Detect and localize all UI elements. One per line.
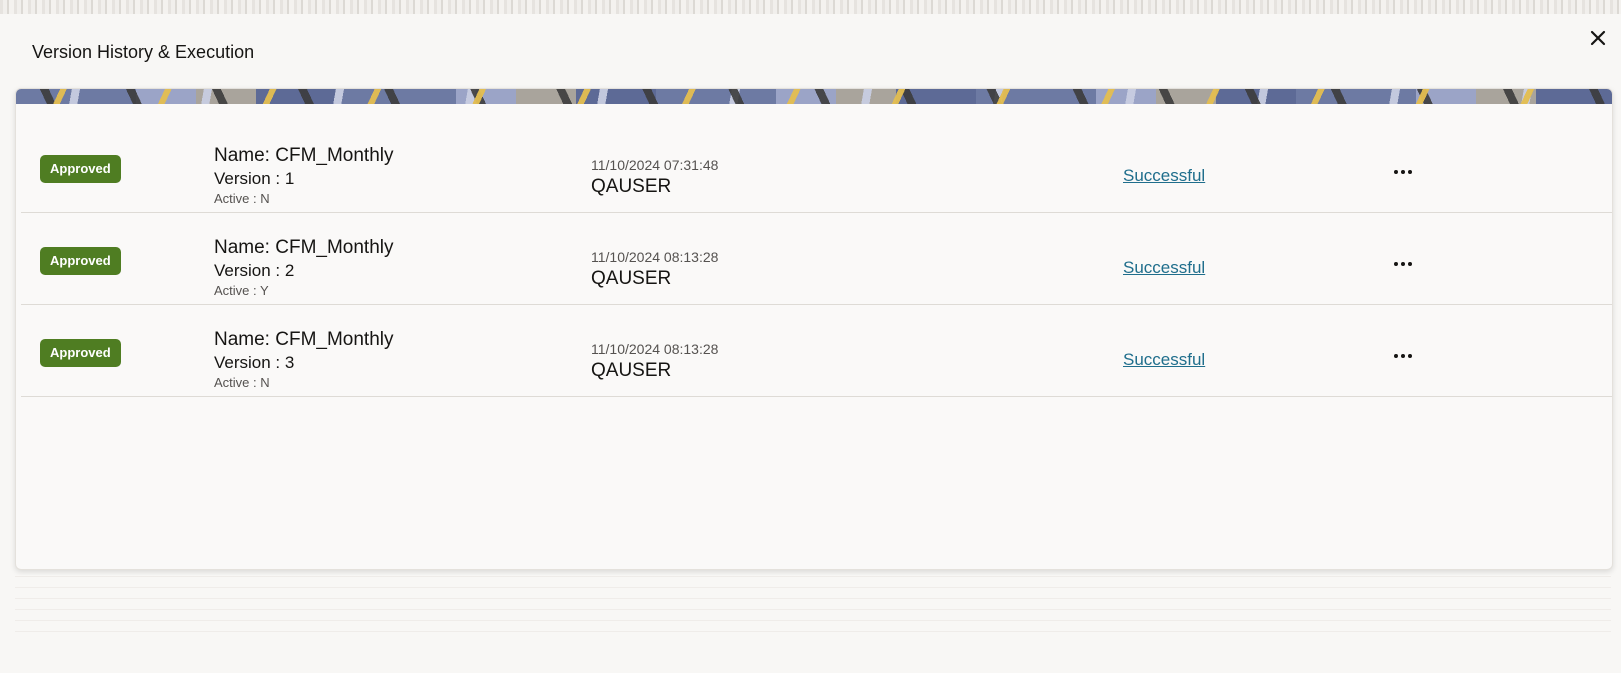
execution-user: QAUSER — [591, 176, 672, 197]
active-flag: Active : N — [214, 191, 270, 206]
version-number: Version : 2 — [214, 261, 295, 280]
top-decorative-texture — [0, 0, 1621, 14]
version-row: Approved Name: CFM_Monthly Version : 2 A… — [21, 212, 1612, 305]
execution-timestamp: 11/10/2024 08:13:28 — [591, 341, 719, 357]
more-horizontal-icon — [1394, 354, 1398, 358]
more-horizontal-icon — [1394, 262, 1398, 266]
more-horizontal-icon — [1394, 170, 1398, 174]
execution-user: QAUSER — [591, 268, 672, 289]
active-flag: Active : N — [214, 375, 270, 390]
version-history-panel: Approved Name: CFM_Monthly Version : 1 A… — [15, 88, 1613, 570]
execution-user: QAUSER — [591, 360, 672, 381]
more-actions-button[interactable] — [1388, 162, 1418, 182]
version-row: Approved Name: CFM_Monthly Version : 3 A… — [21, 304, 1612, 397]
status-badge: Approved — [40, 155, 121, 183]
version-number: Version : 3 — [214, 353, 295, 372]
more-actions-button[interactable] — [1388, 346, 1418, 366]
close-icon — [1590, 30, 1606, 46]
active-flag: Active : Y — [214, 283, 269, 298]
more-actions-button[interactable] — [1388, 254, 1418, 274]
version-name: Name: CFM_Monthly — [214, 237, 394, 258]
version-number: Version : 1 — [214, 169, 295, 188]
execution-status-link[interactable]: Successful — [1123, 166, 1205, 186]
execution-status-link[interactable]: Successful — [1123, 258, 1205, 278]
close-button[interactable] — [1586, 26, 1610, 50]
dialog-title: Version History & Execution — [32, 42, 255, 62]
status-badge: Approved — [40, 339, 121, 367]
bottom-decorative-texture — [15, 575, 1611, 637]
version-name: Name: CFM_Monthly — [214, 145, 394, 166]
version-row: Approved Name: CFM_Monthly Version : 1 A… — [21, 120, 1612, 213]
execution-timestamp: 11/10/2024 08:13:28 — [591, 249, 719, 265]
version-name: Name: CFM_Monthly — [214, 329, 394, 350]
status-badge: Approved — [40, 247, 121, 275]
decorative-banner — [16, 89, 1612, 104]
execution-timestamp: 11/10/2024 07:31:48 — [591, 157, 719, 173]
execution-status-link[interactable]: Successful — [1123, 350, 1205, 370]
